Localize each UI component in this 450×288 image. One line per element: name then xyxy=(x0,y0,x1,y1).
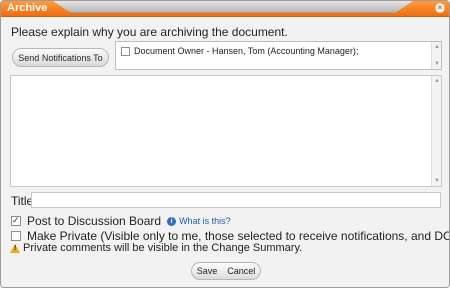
title-input[interactable] xyxy=(31,192,441,208)
chevron-up-icon[interactable]: ▲ xyxy=(433,77,441,85)
recipient-label: Document Owner - Hansen, Tom (Accounting… xyxy=(134,46,359,56)
post-checkbox[interactable] xyxy=(11,215,21,226)
warning-text: Private comments will be visible in the … xyxy=(23,242,303,254)
chevron-down-icon[interactable]: ▼ xyxy=(433,177,441,185)
recipient-checkbox[interactable] xyxy=(121,46,130,56)
comments-textarea[interactable]: ▲ ▼ xyxy=(10,75,442,187)
info-icon: i xyxy=(167,216,177,226)
private-label: Make Private (Visible only to me, those … xyxy=(27,229,450,243)
private-option: Make Private (Visible only to me, those … xyxy=(11,229,450,243)
comments-scrollbar[interactable]: ▲ ▼ xyxy=(431,76,441,186)
archive-dialog: Archive × Please explain why you are arc… xyxy=(0,0,450,288)
private-checkbox[interactable] xyxy=(11,231,21,241)
save-button[interactable]: Save xyxy=(192,263,223,279)
post-label: Post to Discussion Board xyxy=(27,214,162,228)
what-is-this-link[interactable]: What is this? xyxy=(179,216,231,226)
dialog-title: Archive xyxy=(7,2,48,14)
action-buttons: Save Cancel xyxy=(191,262,261,280)
recipient-list: Document Owner - Hansen, Tom (Accounting… xyxy=(115,41,442,70)
close-icon[interactable]: × xyxy=(435,3,445,13)
titlebar-decoration xyxy=(53,1,413,13)
chevron-up-icon[interactable]: ▲ xyxy=(433,43,441,51)
chevron-down-icon[interactable]: ▼ xyxy=(433,60,441,68)
recipient-item[interactable]: Document Owner - Hansen, Tom (Accounting… xyxy=(121,46,358,56)
send-notifications-button[interactable]: Send Notifications To xyxy=(12,48,109,67)
recipient-scrollbar[interactable]: ▲ ▼ xyxy=(431,42,441,69)
instruction-text: Please explain why you are archiving the… xyxy=(11,25,288,39)
title-label: Title xyxy=(11,194,34,208)
cancel-button[interactable]: Cancel xyxy=(222,263,260,279)
post-option: Post to Discussion Board i What is this? xyxy=(11,214,231,228)
warning-mark: ! xyxy=(14,244,17,252)
private-warning: ! Private comments will be visible in th… xyxy=(10,242,302,254)
dialog-titlebar: Archive × xyxy=(1,1,449,17)
warning-icon: ! xyxy=(10,243,20,253)
